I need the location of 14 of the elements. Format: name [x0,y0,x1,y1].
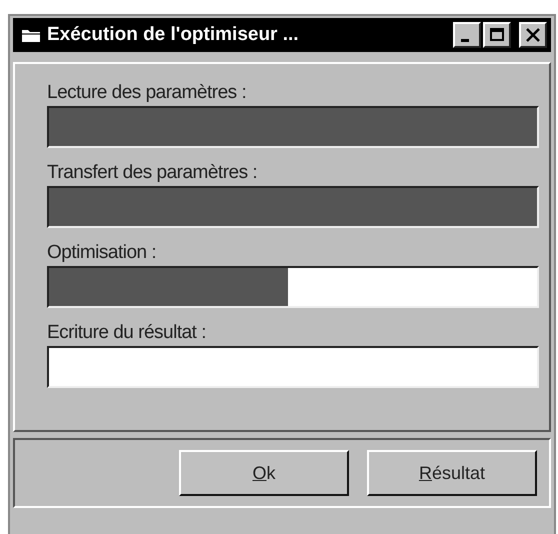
step-label: Transfert des paramètres : [47,162,258,184]
window-title: Exécution de l'optimiseur ... [47,24,300,46]
folder-icon [21,27,41,43]
minimize-icon [461,39,469,42]
dialog-button[interactable]: Résultat [367,450,537,496]
close-icon [524,27,542,43]
step-label: Ecriture du résultat : [47,322,208,344]
maximize-button[interactable] [483,22,511,48]
dialog-button[interactable]: Ok [179,450,349,496]
step-label: Lecture des paramètres : [47,82,248,104]
close-button[interactable] [519,22,547,48]
step-label: Optimisation : [47,242,158,264]
minimize-button[interactable] [453,22,481,48]
maximize-icon [488,27,506,43]
